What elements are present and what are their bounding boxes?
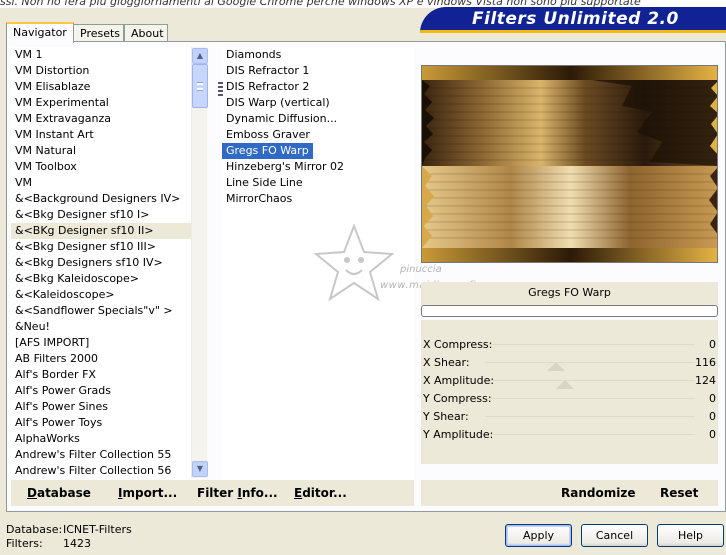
filter-item[interactable]: DIS Refractor 1 [222,63,414,79]
category-item[interactable]: &<Bkg Kaleidoscope> [11,271,191,287]
filters-count-label: Filters: [6,537,43,550]
category-list[interactable]: VM 1 VM Distortion VM Elisablaze VM Experim… [11,47,191,480]
param-label: X Shear: [423,356,470,369]
cancel-button[interactable]: Cancel [581,524,648,547]
help-button[interactable]: Help [657,524,724,547]
preview-image [421,65,718,263]
param-y-shear[interactable]: Y Shear: 0 [421,408,718,426]
filter-list[interactable]: Diamonds DIS Refractor 1 DIS Refractor 2 DI… [222,47,414,480]
category-item[interactable]: &<Bkg Designers sf10 IV> [11,255,191,271]
param-label: Y Amplitude: [423,428,494,441]
filter-item[interactable]: MirrorChaos [222,191,414,207]
scroll-thumb[interactable] [192,64,208,108]
param-value: 116 [695,356,716,369]
scroll-down-button[interactable]: ▼ [192,461,208,477]
warp-preview-graphic [422,66,717,262]
category-item[interactable]: VM Natural [11,143,191,159]
progress-bar [421,305,718,317]
param-value: 124 [695,374,716,387]
filter-item[interactable]: Line Side Line [222,175,414,191]
filter-list-grip-icon [218,82,223,96]
category-item[interactable]: &Neu! [11,319,191,335]
category-item[interactable]: Alf's Power Toys [11,415,191,431]
database-status-label: Database: [6,523,63,536]
category-item[interactable]: Alf's Border FX [11,367,191,383]
param-label: X Amplitude: [423,374,495,387]
filter-item[interactable]: Hinzeberg's Mirror 02 [222,159,414,175]
database-status-value: ICNET-Filters [63,523,132,536]
category-item[interactable]: VM Toolbox [11,159,191,175]
category-item[interactable]: VM Distortion [11,63,191,79]
category-item[interactable]: Alf's Power Grads [11,383,191,399]
category-item[interactable]: AB Filters 2000 [11,351,191,367]
randomize-button[interactable]: Randomize [561,480,635,506]
database-button[interactable]: Database [27,480,91,506]
filter-actions-bar: Randomize Reset [421,480,718,506]
category-item[interactable]: VM 1 [11,47,191,63]
param-y-compress[interactable]: Y Compress: 0 [421,390,718,408]
filter-item[interactable]: DIS Refractor 2 [222,79,414,95]
category-item[interactable]: &<Bkg Designer sf10 III> [11,239,191,255]
category-item[interactable]: VM Experimental [11,95,191,111]
apply-button[interactable]: Apply [505,524,572,547]
x-shear-slider-thumb[interactable] [547,362,565,371]
category-item[interactable]: &<Sandflower Specials"v" > [11,303,191,319]
category-item[interactable]: &<Bkg Designer sf10 I> [11,207,191,223]
category-item[interactable]: &<Background Designers IV> [11,191,191,207]
tab-presets[interactable]: Presets [73,24,124,42]
current-filter-label: Gregs FO Warp [421,282,718,306]
filter-item[interactable]: Emboss Graver [222,127,414,143]
category-item[interactable]: &<BKg Designer sf10 II> [11,223,191,239]
category-item[interactable]: Andrew's Filter Collection 56 [11,463,191,479]
filter-item[interactable]: Diamonds [222,47,414,63]
param-value: 0 [709,392,716,405]
filter-item[interactable]: Dynamic Diffusion... [222,111,414,127]
x-amplitude-slider-thumb[interactable] [556,380,574,389]
param-value: 0 [709,338,716,351]
category-item[interactable]: VM Instant Art [11,127,191,143]
param-label: Y Shear: [423,410,469,423]
category-item[interactable]: VM Extravaganza [11,111,191,127]
param-value: 0 [709,410,716,423]
filter-item[interactable]: Gregs FO Warp [222,143,313,159]
filter-info-button[interactable]: Filter Info... [197,480,278,506]
category-item[interactable]: &<Kaleidoscope> [11,287,191,303]
category-list-scrollbar[interactable]: ▲ ▼ [191,47,208,478]
editor-button[interactable]: Editor... [294,480,347,506]
category-item[interactable]: Andrew's Filter Collection 55 [11,447,191,463]
category-item[interactable]: VM Elisablaze [11,79,191,95]
filters-count-value: 1423 [63,537,91,550]
category-item[interactable]: VM [11,175,191,191]
filter-item[interactable]: DIS Warp (vertical) [222,95,414,111]
tab-about[interactable]: About [124,24,168,42]
database-actions-bar: Database Import... Filter Info... Editor… [11,480,414,506]
param-value: 0 [709,428,716,441]
app-title: Filters Unlimited 2.0 [472,9,679,29]
param-x-compress[interactable]: X Compress: 0 [421,336,718,354]
category-item[interactable]: Alf's Power Sines [11,399,191,415]
parameter-panel: X Compress: 0 X Shear: 116 X Amplitude: … [421,320,718,464]
category-item[interactable]: AlphaWorks [11,431,191,447]
scroll-up-button[interactable]: ▲ [192,48,208,64]
import-button[interactable]: Import... [118,480,177,506]
reset-button[interactable]: Reset [660,480,698,506]
param-label: X Compress: [423,338,493,351]
app-banner: Filters Unlimited 2.0 [420,7,726,33]
param-x-shear[interactable]: X Shear: 116 [421,354,718,372]
param-label: Y Compress: [423,392,492,405]
param-y-amplitude[interactable]: Y Amplitude: 0 [421,426,718,444]
category-item[interactable]: [AFS IMPORT] [11,335,191,351]
tab-navigator[interactable]: Navigator [6,22,74,43]
